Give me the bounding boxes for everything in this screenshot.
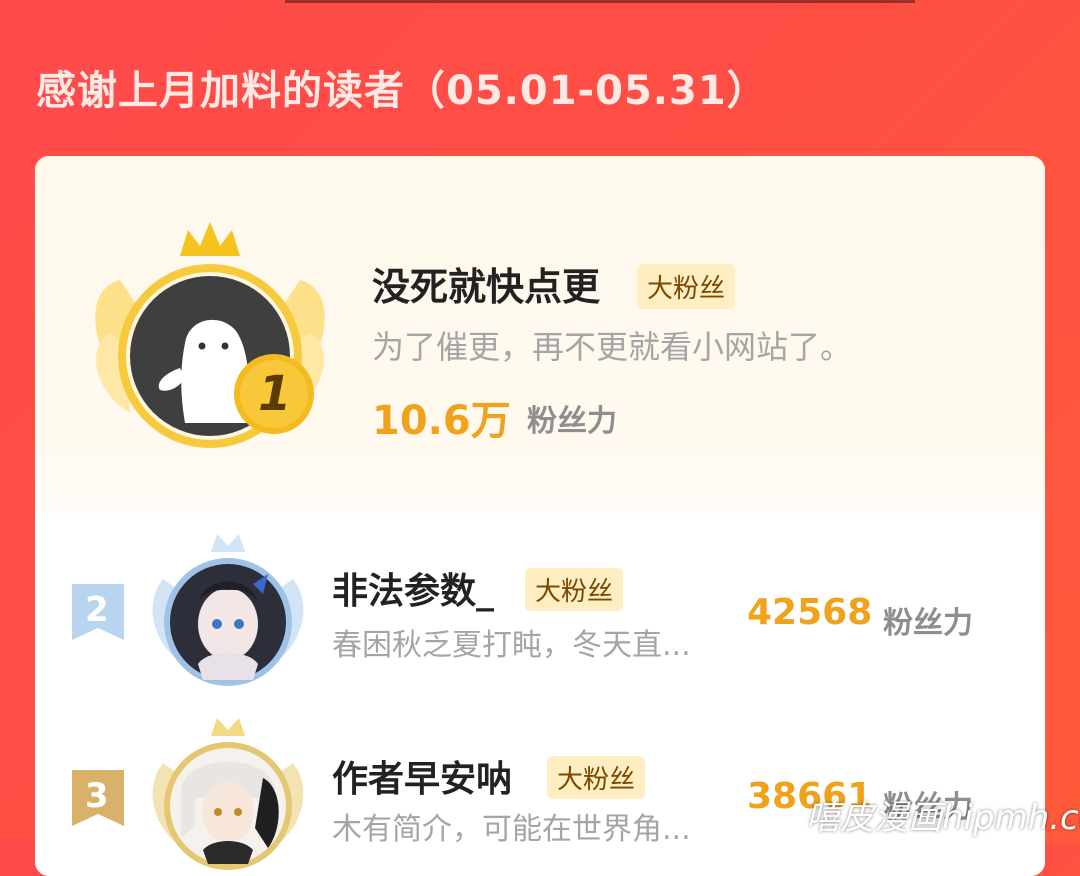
- score-unit-label: 粉丝力: [527, 404, 617, 439]
- top-reader-section[interactable]: 1 没死就快点更 大粉丝 为了催更，再不更就看小网站了。 10.6万 粉丝力: [35, 156, 1045, 518]
- reader-name[interactable]: 非法参数_: [332, 562, 494, 614]
- fan-level-badge: 大粉丝: [547, 756, 646, 799]
- top-edge-bar: [285, 0, 915, 3]
- rank-number: 3: [85, 776, 109, 816]
- score-unit-label: 粉丝力: [883, 606, 973, 641]
- site-watermark: 嘻皮漫画hipmh.com: [806, 798, 1080, 838]
- reader-score: 42568: [747, 592, 873, 633]
- reader-description: 春困秋乏夏打盹，冬天直...: [332, 628, 691, 663]
- fan-level-badge: 大粉丝: [525, 568, 624, 611]
- avatar: [143, 708, 313, 876]
- top-reader-description: 为了催更，再不更就看小网站了。: [372, 328, 853, 366]
- rank-1-number: 1: [258, 366, 292, 422]
- fan-level-badge: 大粉丝: [637, 264, 736, 309]
- rank-number: 2: [85, 590, 109, 630]
- reader-name[interactable]: 作者早安呐: [332, 750, 512, 802]
- page-title: 感谢上月加料的读者（05.01-05.31）: [36, 68, 768, 114]
- reader-description: 木有简介，可能在世界角...: [332, 812, 691, 847]
- avatar: [143, 524, 313, 694]
- reader-ranking-card: 1 没死就快点更 大粉丝 为了催更，再不更就看小网站了。 10.6万 粉丝力 2: [35, 156, 1045, 876]
- top-reader-score: 10.6万: [372, 398, 511, 444]
- rank-1-emblem: 1: [80, 218, 340, 458]
- crown-wings-icon: [95, 222, 325, 448]
- top-reader-name[interactable]: 没死就快点更: [372, 256, 600, 311]
